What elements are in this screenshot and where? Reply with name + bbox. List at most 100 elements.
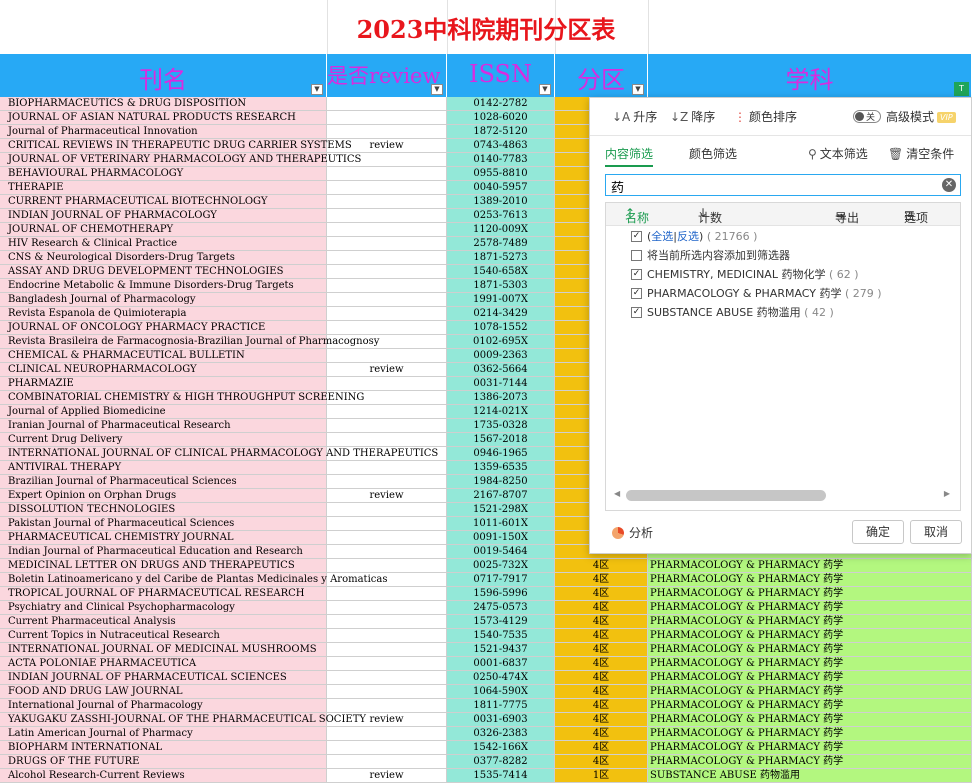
cell-issn[interactable]: 0142-2782 [447, 97, 555, 111]
list-item[interactable]: ✓ CHEMISTRY, MEDICINAL 药物化学 ( 62 ) [631, 267, 859, 283]
filter-dropdown-icon[interactable]: ▼ [632, 84, 644, 95]
checkbox[interactable]: ✓ [631, 306, 642, 318]
cell-name[interactable]: JOURNAL OF ONCOLOGY PHARMACY PRACTICE [0, 321, 327, 335]
cell-name[interactable]: JOURNAL OF ASIAN NATURAL PRODUCTS RESEAR… [0, 111, 327, 125]
cell-issn[interactable]: 0717-7917 [447, 573, 555, 587]
cell-name[interactable]: ASSAY AND DRUG DEVELOPMENT TECHNOLOGIES [0, 265, 327, 279]
cell-review[interactable] [327, 293, 447, 307]
cell-subject[interactable]: PHARMACOLOGY & PHARMACY 药学 [648, 587, 972, 601]
cell-partition[interactable]: 4区 [555, 713, 648, 727]
cell-partition[interactable]: 4区 [555, 755, 648, 769]
cell-review[interactable]: review [327, 489, 447, 503]
cell-name[interactable]: Indian Journal of Pharmaceutical Educati… [0, 545, 327, 559]
cell-partition[interactable]: 4区 [555, 727, 648, 741]
cell-subject[interactable]: PHARMACOLOGY & PHARMACY 药学 [648, 755, 972, 769]
cell-name[interactable]: Boletin Latinoamericano y del Caribe de … [0, 573, 387, 587]
cancel-button[interactable]: 取消 [910, 520, 962, 544]
cell-name[interactable]: THERAPIE [0, 181, 327, 195]
cell-name[interactable]: Alcohol Research-Current Reviews [0, 769, 327, 783]
analyze-button[interactable]: 分析 [612, 524, 653, 541]
cell-issn[interactable]: 1984-8250 [447, 475, 555, 489]
cell-issn[interactable]: 0031-6903 [447, 713, 555, 727]
sort-asc-button[interactable]: ↓A 升序 [612, 108, 657, 126]
cell-review[interactable] [327, 125, 447, 139]
header-partition[interactable]: 分区 ▼ [555, 54, 648, 97]
list-item[interactable]: ✓ SUBSTANCE ABUSE 药物滥用 ( 42 ) [631, 305, 834, 321]
cell-partition[interactable]: 4区 [555, 699, 648, 713]
header-subject[interactable]: 学科 [648, 54, 972, 97]
cell-subject[interactable]: PHARMACOLOGY & PHARMACY 药学 [648, 671, 972, 685]
cell-name[interactable]: BIOPHARMACEUTICS & DRUG DISPOSITION [0, 97, 327, 111]
cell-issn[interactable]: 1540-7535 [447, 629, 555, 643]
cell-name[interactable]: Bangladesh Journal of Pharmacology [0, 293, 327, 307]
cell-name[interactable]: CURRENT PHARMACEUTICAL BIOTECHNOLOGY [0, 195, 327, 209]
cell-issn[interactable]: 0025-732X [447, 559, 555, 573]
cell-name[interactable]: COMBINATORIAL CHEMISTRY & HIGH THROUGHPU… [0, 391, 364, 405]
cell-issn[interactable]: 0326-2383 [447, 727, 555, 741]
ok-button[interactable]: 确定 [852, 520, 904, 544]
cell-partition[interactable]: 4区 [555, 573, 648, 587]
cell-issn[interactable]: 1542-166X [447, 741, 555, 755]
text-filter-button[interactable]: ⚲ 文本筛选 [808, 145, 868, 163]
cell-name[interactable]: INDIAN JOURNAL OF PHARMACEUTICAL SCIENCE… [0, 671, 327, 685]
cell-name[interactable]: International Journal of Pharmacology [0, 699, 327, 713]
checkbox[interactable] [631, 249, 642, 261]
cell-review[interactable] [327, 587, 447, 601]
cell-partition[interactable]: 4区 [555, 615, 648, 629]
cell-subject[interactable]: PHARMACOLOGY & PHARMACY 药学 [648, 741, 972, 755]
cell-review[interactable] [327, 223, 447, 237]
cell-name[interactable]: Pakistan Journal of Pharmaceutical Scien… [0, 517, 327, 531]
cell-name[interactable]: CHEMICAL & PHARMACEUTICAL BULLETIN [0, 349, 327, 363]
cell-name[interactable]: Iranian Journal of Pharmaceutical Resear… [0, 419, 327, 433]
cell-review[interactable]: review [327, 363, 447, 377]
cell-issn[interactable]: 0009-2363 [447, 349, 555, 363]
cell-issn[interactable]: 2167-8707 [447, 489, 555, 503]
cell-issn[interactable]: 0001-6837 [447, 657, 555, 671]
list-item-add-to-filter[interactable]: 将当前所选内容添加到筛选器 [631, 248, 790, 264]
cell-review[interactable] [327, 167, 447, 181]
cell-issn[interactable]: 1991-007X [447, 293, 555, 307]
tab-color-filter[interactable]: 颜色筛选 [689, 145, 737, 163]
cell-issn[interactable]: 1120-009X [447, 223, 555, 237]
horizontal-scrollbar[interactable]: ◀ ▶ [612, 488, 952, 502]
cell-review[interactable] [327, 531, 447, 545]
cell-name[interactable]: PHARMAZIE [0, 377, 327, 391]
cell-review[interactable] [327, 629, 447, 643]
tab-content-filter[interactable]: 内容筛选 [605, 145, 653, 163]
cell-name[interactable]: DISSOLUTION TECHNOLOGIES [0, 503, 327, 517]
cell-name[interactable]: Revista Espanola de Quimioterapia [0, 307, 327, 321]
cell-review[interactable] [327, 195, 447, 209]
active-filter-icon[interactable]: T [954, 82, 969, 96]
cell-name[interactable]: FOOD AND DRUG LAW JOURNAL [0, 685, 327, 699]
cell-issn[interactable]: 2578-7489 [447, 237, 555, 251]
cell-issn[interactable]: 1535-7414 [447, 769, 555, 783]
cell-issn[interactable]: 1871-5303 [447, 279, 555, 293]
cell-name[interactable]: INDIAN JOURNAL OF PHARMACOLOGY [0, 209, 327, 223]
cell-name[interactable]: PHARMACEUTICAL CHEMISTRY JOURNAL [0, 531, 327, 545]
cell-subject[interactable]: PHARMACOLOGY & PHARMACY 药学 [648, 573, 972, 587]
cell-subject[interactable]: SUBSTANCE ABUSE 药物滥用 [648, 769, 972, 783]
cell-subject[interactable]: PHARMACOLOGY & PHARMACY 药学 [648, 699, 972, 713]
cell-issn[interactable]: 0253-7613 [447, 209, 555, 223]
cell-name[interactable]: Brazilian Journal of Pharmaceutical Scie… [0, 475, 327, 489]
cell-partition[interactable]: 4区 [555, 601, 648, 615]
cell-review[interactable] [327, 545, 447, 559]
clear-search-icon[interactable]: ✕ [942, 178, 956, 192]
cell-issn[interactable]: 1596-5996 [447, 587, 555, 601]
select-all-link[interactable]: 全选 [651, 230, 673, 243]
cell-review[interactable] [327, 209, 447, 223]
cell-review[interactable] [327, 671, 447, 685]
cell-issn[interactable]: 0019-5464 [447, 545, 555, 559]
cell-name[interactable]: ANTIVIRAL THERAPY [0, 461, 327, 475]
cell-issn[interactable]: 1214-021X [447, 405, 555, 419]
cell-name[interactable]: CRITICAL REVIEWS IN THERAPEUTIC DRUG CAR… [0, 139, 352, 153]
color-sort-button[interactable]: ⋮ 颜色排序 [734, 108, 797, 126]
cell-issn[interactable]: 1011-601X [447, 517, 555, 531]
cell-subject[interactable]: PHARMACOLOGY & PHARMACY 药学 [648, 629, 972, 643]
cell-review[interactable] [327, 181, 447, 195]
cell-review[interactable] [327, 615, 447, 629]
cell-review[interactable] [327, 321, 447, 335]
cell-name[interactable]: Endocrine Metabolic & Immune Disorders-D… [0, 279, 327, 293]
cell-review[interactable] [327, 237, 447, 251]
cell-name[interactable]: JOURNAL OF VETERINARY PHARMACOLOGY AND T… [0, 153, 361, 167]
